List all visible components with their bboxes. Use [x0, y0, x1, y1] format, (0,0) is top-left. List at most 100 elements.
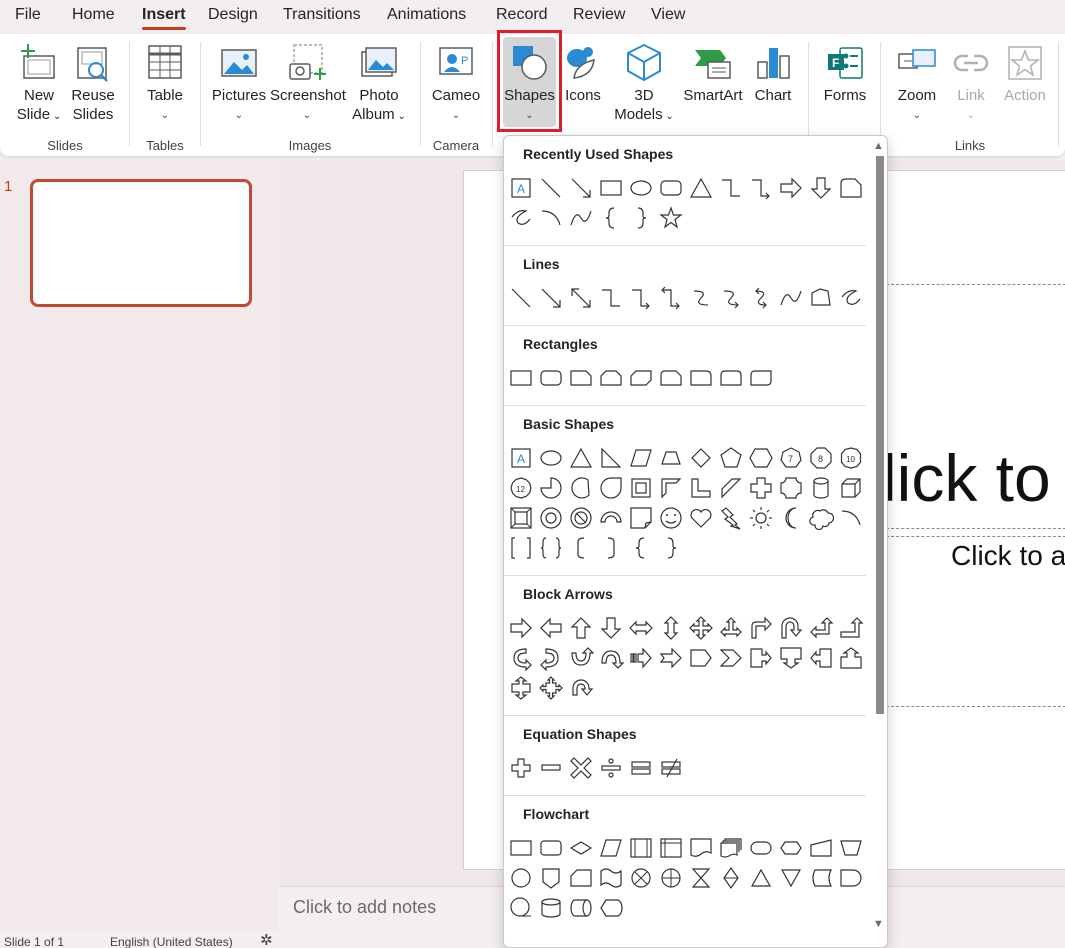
rectangle-shape-icon[interactable]	[598, 175, 624, 201]
left-brace-shape-icon[interactable]	[628, 535, 654, 561]
down-arrow-shape-icon[interactable]	[808, 175, 834, 201]
language-indicator[interactable]: English (United States)	[110, 935, 233, 948]
icons-button[interactable]: Icons	[562, 42, 604, 105]
scroll-down-icon[interactable]: ▼	[873, 918, 884, 930]
pentagon-arrow-shape-icon[interactable]	[688, 645, 714, 671]
curve-shape-icon[interactable]	[568, 205, 594, 231]
star-shape-icon[interactable]	[658, 205, 684, 231]
magnetic-disk-shape-icon[interactable]	[538, 895, 564, 921]
delay-shape-icon[interactable]	[838, 865, 864, 891]
menu-review[interactable]: Review	[573, 6, 625, 24]
extract-shape-icon[interactable]	[748, 865, 774, 891]
new-slide-button[interactable]: New Slide ⌄	[12, 42, 66, 126]
terminator-shape-icon[interactable]	[748, 835, 774, 861]
sun-shape-icon[interactable]	[748, 505, 774, 531]
punched-tape-shape-icon[interactable]	[598, 865, 624, 891]
teardrop-shape-icon[interactable]	[598, 475, 624, 501]
elbow-connector-shape-icon[interactable]	[718, 175, 744, 201]
menu-animations[interactable]: Animations	[387, 6, 466, 24]
left-bracket-shape-icon[interactable]	[568, 535, 594, 561]
round-same-side-shape-icon[interactable]	[718, 365, 744, 391]
chevron-shape-icon[interactable]	[718, 645, 744, 671]
slide-thumbnail[interactable]	[30, 179, 252, 307]
scroll-up-icon[interactable]: ▲	[873, 140, 884, 152]
stored-data-shape-icon[interactable]	[808, 865, 834, 891]
up-down-arrow-shape-icon[interactable]	[658, 615, 684, 641]
quad-arrow-callout-shape-icon[interactable]	[538, 675, 564, 701]
round-diagonal-shape-icon[interactable]	[748, 365, 774, 391]
chart-button[interactable]: Chart	[750, 42, 796, 105]
right-brace-shape-icon[interactable]	[658, 535, 684, 561]
up-down-arrow-callout-shape-icon[interactable]	[508, 675, 534, 701]
not-equal-shape-icon[interactable]	[658, 755, 684, 781]
sequential-access-storage-shape-icon[interactable]	[508, 895, 534, 921]
menu-design[interactable]: Design	[208, 6, 258, 24]
3d-models-button[interactable]: 3D Models ⌄	[610, 42, 678, 126]
bevel-shape-icon[interactable]	[508, 505, 534, 531]
up-arrow-shape-icon[interactable]	[568, 615, 594, 641]
snip-round-corner-shape-icon[interactable]	[658, 365, 684, 391]
triangle-shape-icon[interactable]	[568, 445, 594, 471]
double-arrow-line-shape-icon[interactable]	[568, 285, 594, 311]
striped-right-arrow-shape-icon[interactable]	[628, 645, 654, 671]
left-brace-shape-icon[interactable]	[598, 205, 624, 231]
elbow-double-arrow-shape-icon[interactable]	[658, 285, 684, 311]
arc-shape-icon[interactable]	[538, 205, 564, 231]
left-right-arrow-shape-icon[interactable]	[628, 615, 654, 641]
table-button[interactable]: Table ⌄	[140, 42, 190, 125]
decision-shape-icon[interactable]	[568, 835, 594, 861]
diagonal-stripe-shape-icon[interactable]	[718, 475, 744, 501]
predefined-process-shape-icon[interactable]	[628, 835, 654, 861]
u-turn-arrow-shape-icon[interactable]	[778, 615, 804, 641]
arrow-line-shape-icon[interactable]	[568, 175, 594, 201]
heart-shape-icon[interactable]	[688, 505, 714, 531]
menu-home[interactable]: Home	[72, 6, 115, 24]
half-frame-shape-icon[interactable]	[658, 475, 684, 501]
gallery-scrollbar[interactable]: ▲ ▼	[870, 136, 887, 947]
display-shape-icon[interactable]	[598, 895, 624, 921]
right-arrow-shape-icon[interactable]	[508, 615, 534, 641]
sort-shape-icon[interactable]	[718, 865, 744, 891]
down-arrow-callout-shape-icon[interactable]	[778, 645, 804, 671]
left-up-arrow-shape-icon[interactable]	[808, 615, 834, 641]
up-arrow-callout-shape-icon[interactable]	[838, 645, 864, 671]
snip-single-corner-shape-icon[interactable]	[568, 365, 594, 391]
or-shape-icon[interactable]	[658, 865, 684, 891]
plus-shape-icon[interactable]	[508, 755, 534, 781]
down-arrow-shape-icon[interactable]	[598, 615, 624, 641]
cube-shape-icon[interactable]	[838, 475, 864, 501]
curved-down-arrow-shape-icon[interactable]	[598, 645, 624, 671]
dodecagon-shape-icon[interactable]: 12	[508, 475, 534, 501]
rounded-rectangle-shape-icon[interactable]	[538, 365, 564, 391]
zoom-button[interactable]: Zoom ⌄	[893, 42, 941, 125]
elbow-arrow-connector-shape-icon[interactable]	[748, 175, 774, 201]
lightning-shape-icon[interactable]	[718, 505, 744, 531]
donut-shape-icon[interactable]	[538, 505, 564, 531]
cross-shape-icon[interactable]	[748, 475, 774, 501]
scroll-thumb[interactable]	[876, 156, 884, 714]
decagon-shape-icon[interactable]: 10	[838, 445, 864, 471]
curve-shape-icon[interactable]	[778, 285, 804, 311]
block-arc-shape-icon[interactable]	[598, 505, 624, 531]
alternate-process-shape-icon[interactable]	[538, 835, 564, 861]
title-placeholder[interactable]: lick to	[882, 440, 1051, 516]
freeform-scribble-shape-icon[interactable]	[838, 285, 864, 311]
curved-up-arrow-shape-icon[interactable]	[568, 645, 594, 671]
notched-right-arrow-shape-icon[interactable]	[658, 645, 684, 671]
connector-shape-icon[interactable]	[508, 865, 534, 891]
right-arrow-callout-shape-icon[interactable]	[748, 645, 774, 671]
textbox-shape-icon[interactable]: A	[508, 445, 534, 471]
curved-arrow-connector-shape-icon[interactable]	[718, 285, 744, 311]
textbox-shape-icon[interactable]: A	[508, 175, 534, 201]
plaque-shape-icon[interactable]	[778, 475, 804, 501]
left-arrow-callout-shape-icon[interactable]	[808, 645, 834, 671]
minus-shape-icon[interactable]	[538, 755, 564, 781]
right-brace-shape-icon[interactable]	[628, 205, 654, 231]
arc-shape-icon[interactable]	[838, 505, 864, 531]
curved-double-arrow-shape-icon[interactable]	[748, 285, 774, 311]
curved-connector-shape-icon[interactable]	[688, 285, 714, 311]
elbow-arrow-connector-shape-icon[interactable]	[628, 285, 654, 311]
rectangle-shape-icon[interactable]	[508, 365, 534, 391]
collate-shape-icon[interactable]	[688, 865, 714, 891]
menu-view[interactable]: View	[651, 6, 685, 24]
